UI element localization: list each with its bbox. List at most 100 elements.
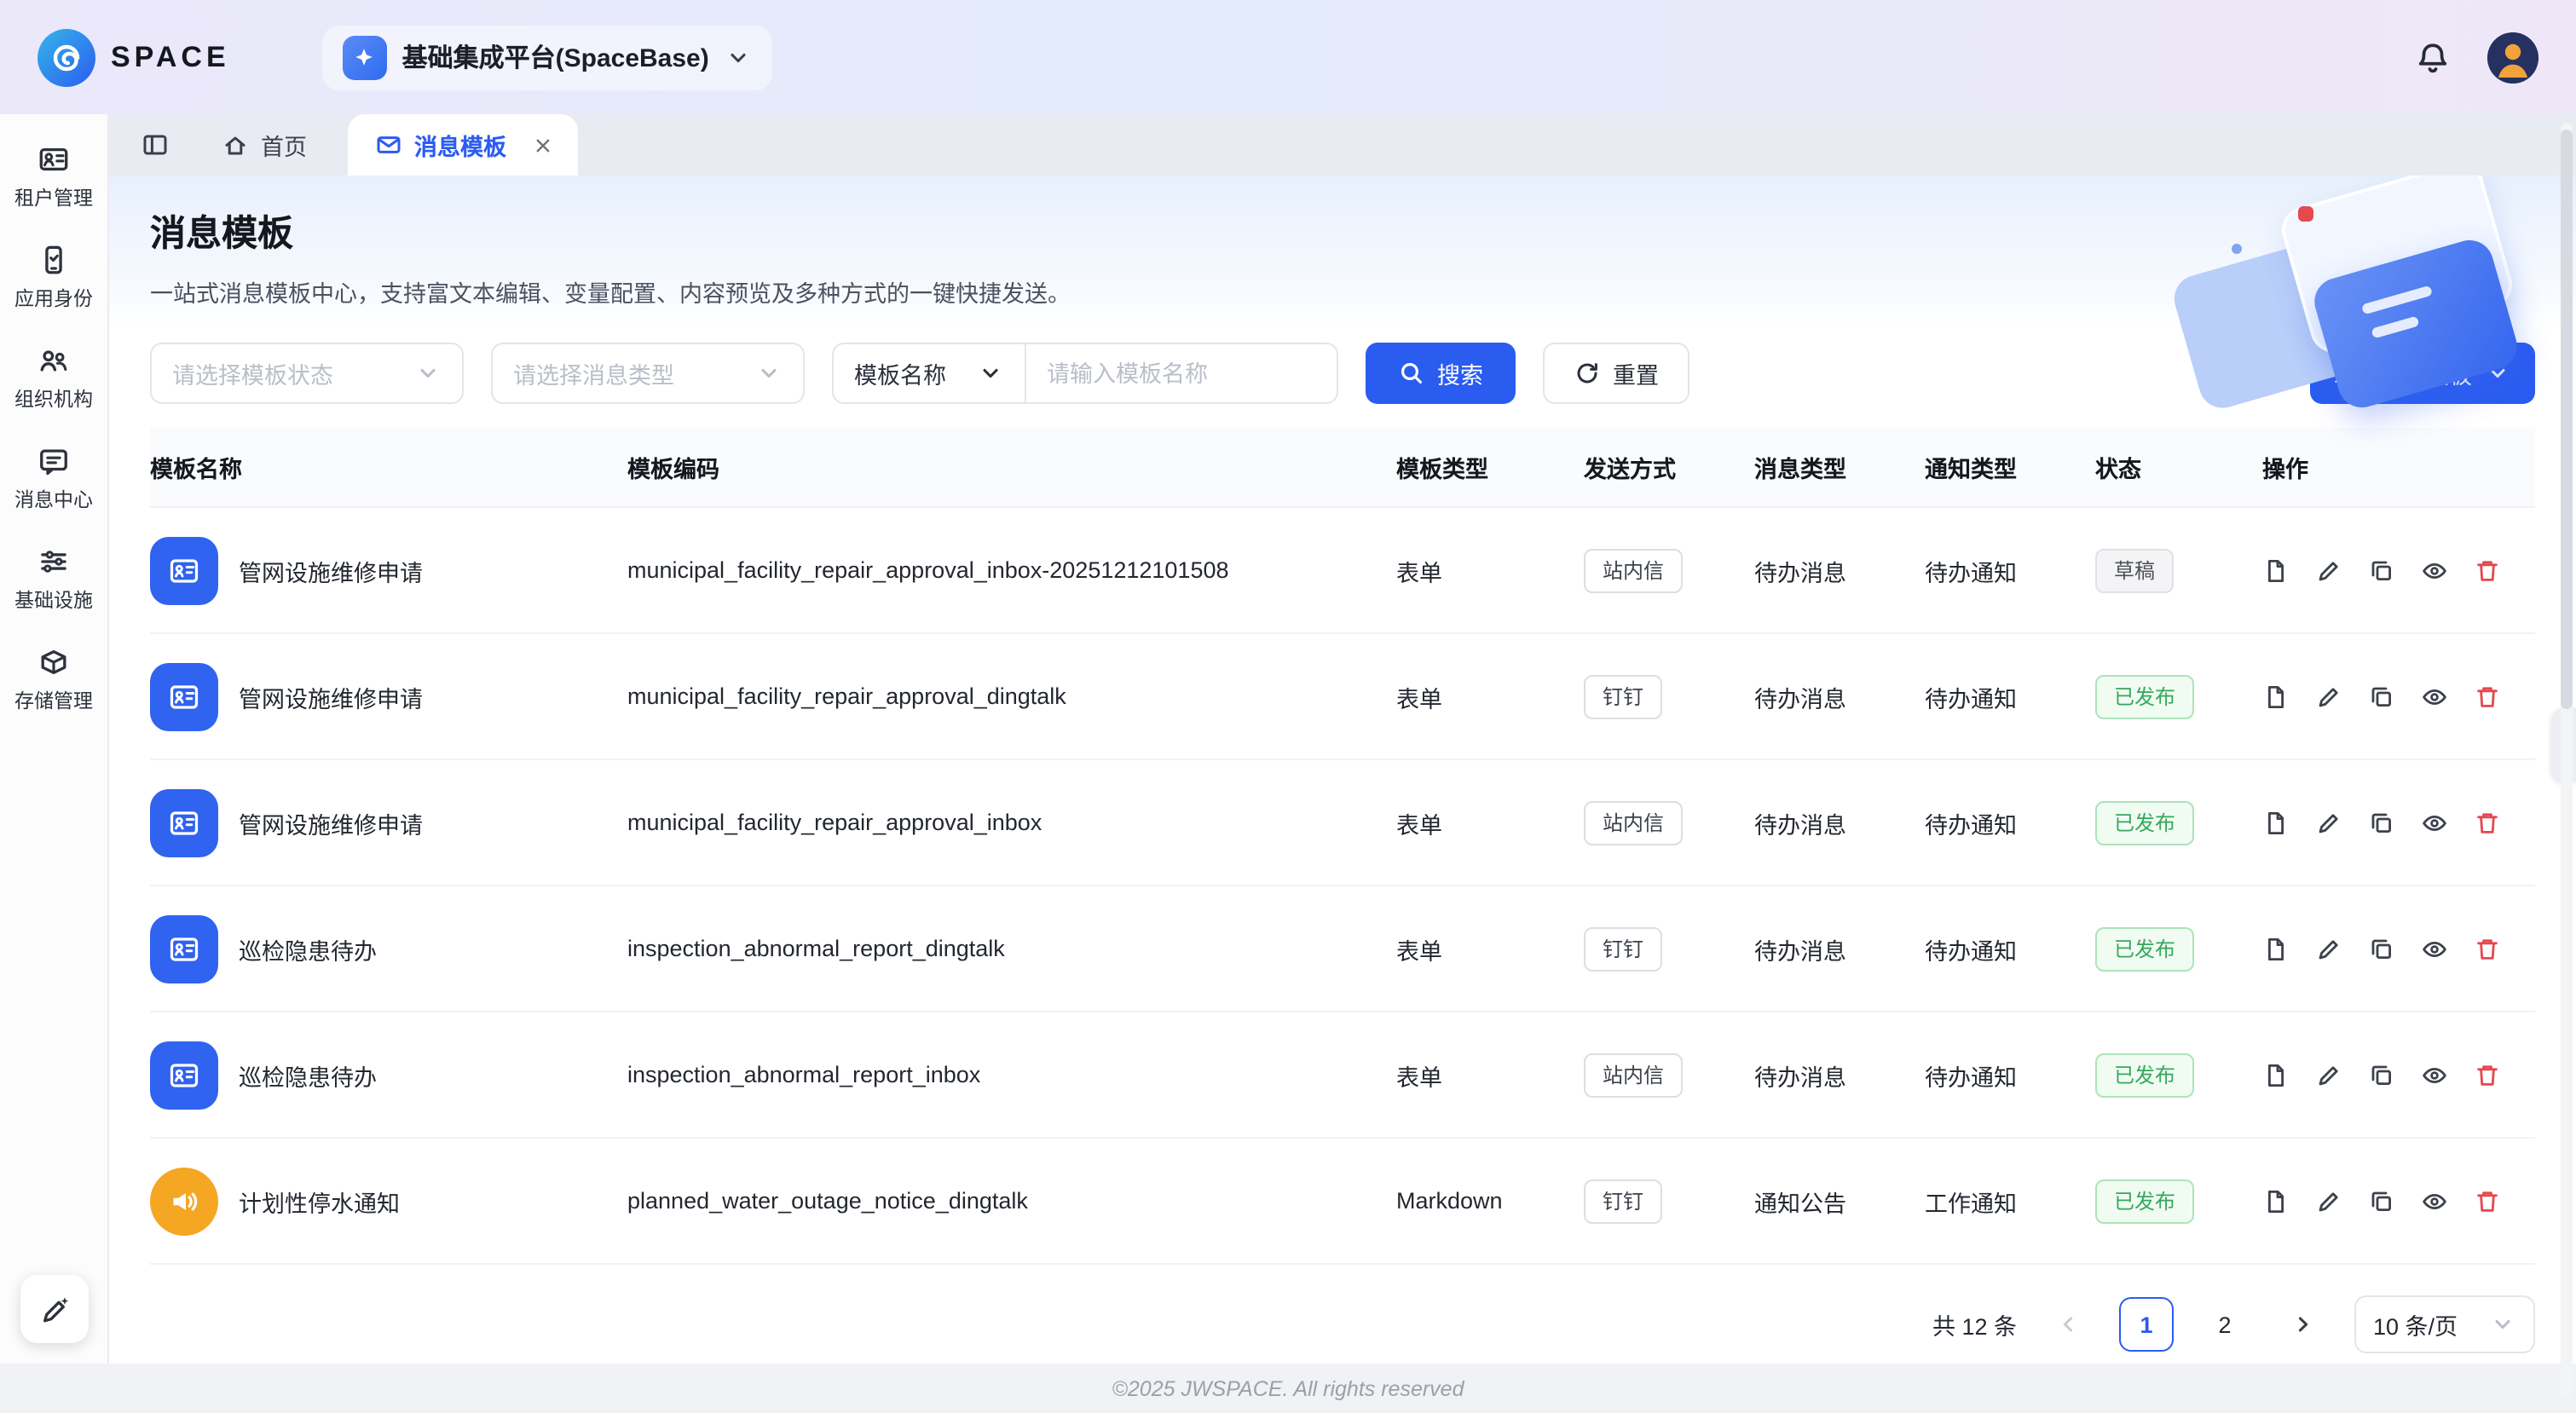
sidebar-item-storage[interactable]: 存储管理: [4, 631, 103, 731]
tab-home[interactable]: 首页: [191, 114, 338, 176]
form-template-icon: [150, 662, 218, 730]
template-code: municipal_facility_repair_approval_dingt…: [627, 683, 1396, 709]
page-size-select[interactable]: 10 条/页: [2354, 1295, 2535, 1353]
preview-icon[interactable]: [2421, 935, 2448, 962]
edit-icon[interactable]: [2315, 809, 2342, 836]
copy-icon[interactable]: [2368, 935, 2395, 962]
close-tab-icon[interactable]: [532, 134, 554, 156]
detail-icon[interactable]: [2262, 1061, 2290, 1088]
template-table: 模板名称 模板编码 模板类型 发送方式 消息类型 通知类型 状态 操作 管网设施: [109, 428, 2576, 1265]
copy-icon[interactable]: [2368, 1061, 2395, 1088]
copy-icon[interactable]: [2368, 809, 2395, 836]
tab-label: 消息模板: [414, 128, 506, 162]
filter-field-select[interactable]: 模板名称: [834, 344, 1025, 402]
table-row: 巡检隐患待办 inspection_abnormal_report_inbox …: [150, 1012, 2535, 1139]
detail-icon[interactable]: [2262, 557, 2290, 584]
footer: ©2025 JWSPACE. All rights reserved: [0, 1364, 2576, 1413]
copy-icon[interactable]: [2368, 683, 2395, 710]
prev-page-button[interactable]: [2041, 1297, 2095, 1352]
table-row: 管网设施维修申请 municipal_facility_repair_appro…: [150, 508, 2535, 634]
chevron-down-icon: [2484, 360, 2511, 387]
edit-icon[interactable]: [2315, 935, 2342, 962]
copy-icon[interactable]: [2368, 1187, 2395, 1214]
form-template-icon: [150, 536, 218, 604]
sidebar-item-app-identity[interactable]: 应用身份: [4, 228, 103, 329]
notification-bell-icon[interactable]: [2416, 40, 2450, 74]
chevron-down-icon: [755, 360, 783, 387]
send-method-tag: 站内信: [1584, 800, 1683, 845]
scrollbar-thumb[interactable]: [2561, 130, 2573, 709]
organization-icon: [38, 344, 70, 377]
preview-icon[interactable]: [2421, 809, 2448, 836]
sidebar-item-tenant[interactable]: 租户管理: [4, 128, 103, 228]
preview-icon[interactable]: [2421, 1187, 2448, 1214]
sidebar-item-infrastructure[interactable]: 基础设施: [4, 530, 103, 631]
page-1-button[interactable]: 1: [2119, 1297, 2174, 1352]
quick-edit-button[interactable]: [20, 1275, 89, 1343]
edit-icon[interactable]: [2315, 557, 2342, 584]
detail-icon[interactable]: [2262, 809, 2290, 836]
chevron-down-icon: [414, 360, 442, 387]
delete-icon[interactable]: [2474, 935, 2501, 962]
chevron-down-icon: [977, 360, 1004, 387]
send-method-tag: 站内信: [1584, 1053, 1683, 1097]
status-badge: 草稿: [2095, 548, 2174, 592]
detail-icon[interactable]: [2262, 935, 2290, 962]
delete-icon[interactable]: [2474, 683, 2501, 710]
sidebar-item-message-center[interactable]: 消息中心: [4, 430, 103, 530]
message-type-select[interactable]: 请选择消息类型: [491, 343, 805, 404]
preview-icon[interactable]: [2421, 683, 2448, 710]
reset-button[interactable]: 重置: [1543, 343, 1689, 404]
home-icon: [222, 131, 249, 159]
user-avatar[interactable]: [2487, 32, 2538, 83]
template-name-input[interactable]: [1026, 344, 1337, 402]
detail-icon[interactable]: [2262, 1187, 2290, 1214]
preview-icon[interactable]: [2421, 557, 2448, 584]
tab-message-template[interactable]: 消息模板: [348, 114, 578, 176]
edit-icon[interactable]: [2315, 683, 2342, 710]
form-template-icon: [150, 914, 218, 983]
template-type: 表单: [1396, 553, 1584, 587]
preview-icon[interactable]: [2421, 1061, 2448, 1088]
page-title: 消息模板: [150, 206, 2535, 257]
template-name: 管网设施维修申请: [239, 679, 423, 713]
delete-icon[interactable]: [2474, 1061, 2501, 1088]
template-status-select[interactable]: 请选择模板状态: [150, 343, 464, 404]
edit-icon[interactable]: [2315, 1061, 2342, 1088]
total-count: 共 12 条: [1932, 1307, 2017, 1341]
app-selector[interactable]: 基础集成平台(SpaceBase): [322, 25, 772, 89]
scrollbar[interactable]: [2561, 123, 2573, 1398]
brand-name: SPACE: [111, 40, 230, 74]
template-code: municipal_facility_repair_approval_inbox: [627, 810, 1396, 835]
next-page-button[interactable]: [2276, 1297, 2331, 1352]
delete-icon[interactable]: [2474, 809, 2501, 836]
template-name: 管网设施维修申请: [239, 805, 423, 839]
delete-icon[interactable]: [2474, 557, 2501, 584]
column-header-message-type: 消息类型: [1754, 450, 1925, 484]
notice-type: 待办通知: [1925, 931, 2095, 966]
template-name: 计划性停水通知: [239, 1184, 400, 1218]
copy-icon[interactable]: [2368, 557, 2395, 584]
app-name: 基础集成平台(SpaceBase): [402, 39, 709, 75]
search-button[interactable]: 搜索: [1366, 343, 1516, 404]
send-method-tag: 钉钉: [1584, 674, 1662, 718]
template-code: municipal_facility_repair_approval_inbox…: [627, 557, 1396, 583]
delete-icon[interactable]: [2474, 1187, 2501, 1214]
message-type: 待办消息: [1754, 679, 1925, 713]
sidebar-toggle-icon[interactable]: [130, 119, 181, 170]
status-badge: 已发布: [2095, 1053, 2194, 1097]
column-header-actions: 操作: [2262, 450, 2535, 484]
page-2-button[interactable]: 2: [2198, 1297, 2252, 1352]
detail-icon[interactable]: [2262, 683, 2290, 710]
pagination: 共 12 条 1 2 10 条/页: [109, 1265, 2576, 1364]
mail-icon: [375, 131, 402, 159]
edit-icon[interactable]: [2315, 1187, 2342, 1214]
message-type: 待办消息: [1754, 805, 1925, 839]
message-type: 待办消息: [1754, 553, 1925, 587]
sidebar: 租户管理 应用身份 组织机构 消息中心 基础设施 存储管理: [0, 114, 109, 1364]
add-template-button[interactable]: 新增消息模板: [2310, 343, 2535, 404]
template-code: inspection_abnormal_report_inbox: [627, 1062, 1396, 1087]
top-header: SPACE 基础集成平台(SpaceBase): [0, 0, 2576, 114]
sidebar-item-organization[interactable]: 组织机构: [4, 329, 103, 430]
table-row: 巡检隐患待办 inspection_abnormal_report_dingta…: [150, 886, 2535, 1012]
